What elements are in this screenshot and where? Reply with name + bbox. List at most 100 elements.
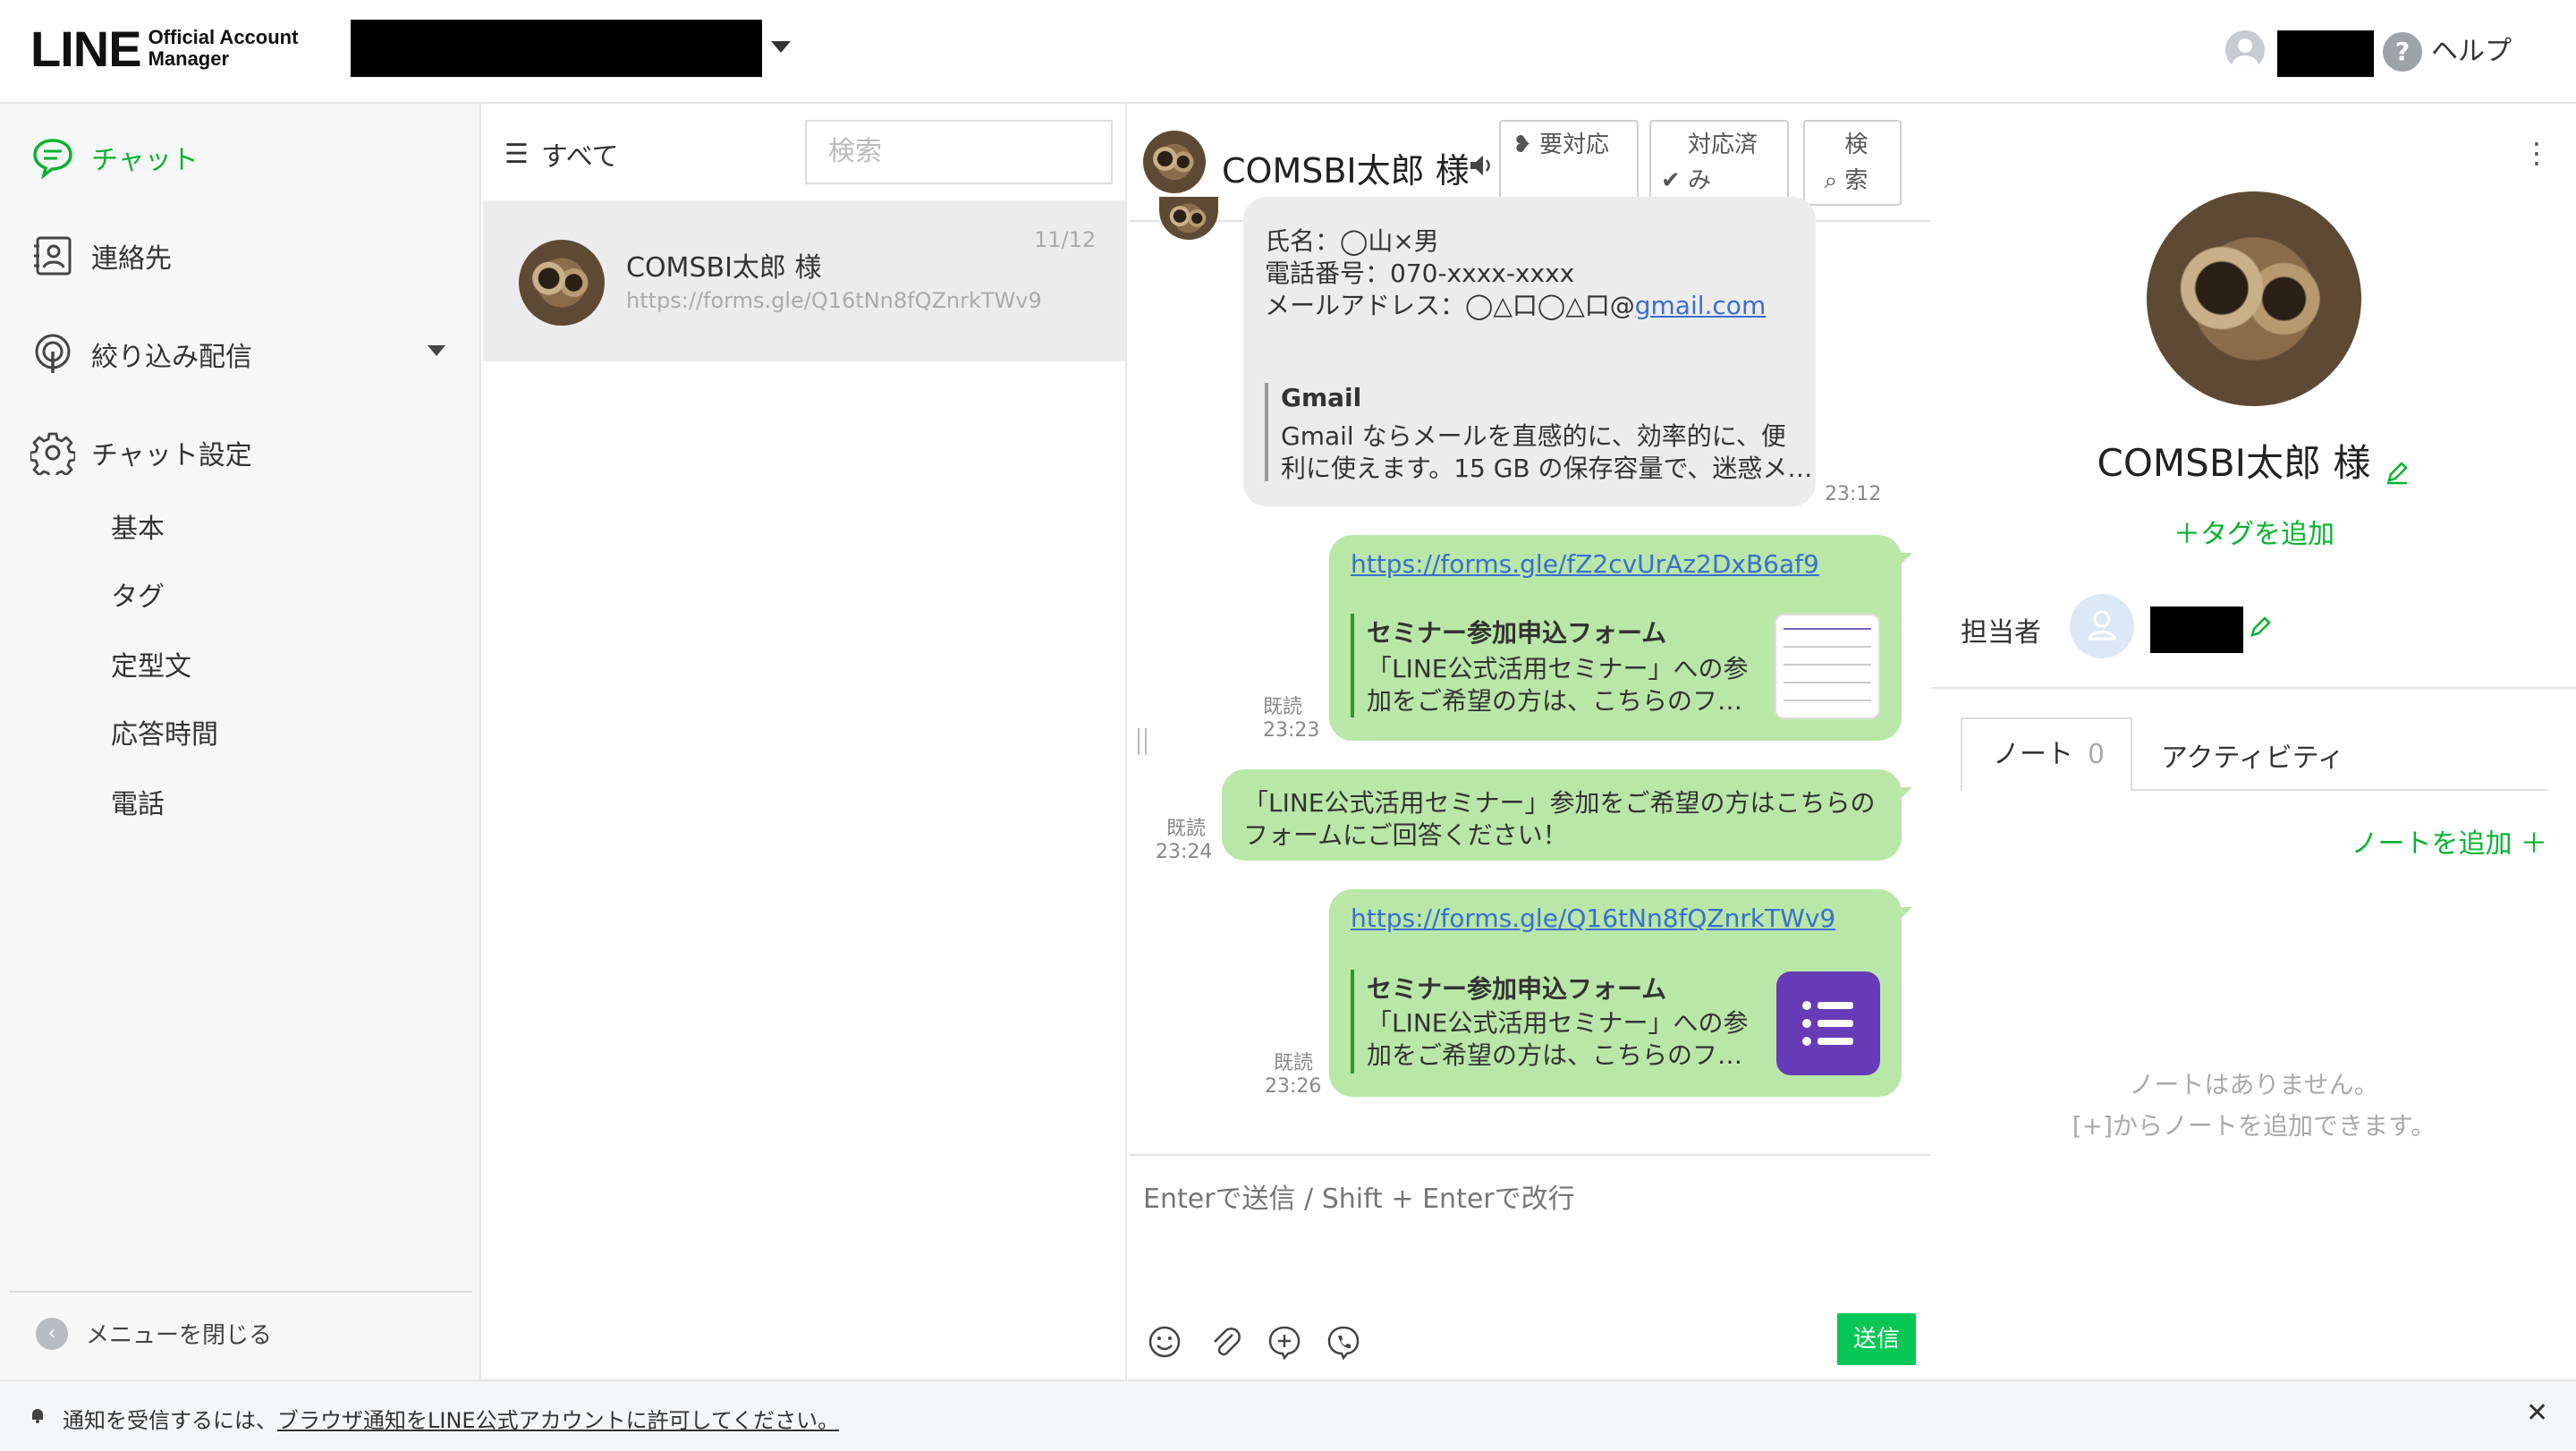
message-time: 23:23	[1263, 719, 1320, 742]
chat-title: COMSBI太郎 様	[1222, 151, 1470, 191]
account-selector-redacted[interactable]	[351, 20, 762, 77]
phone-call-icon[interactable]	[1326, 1324, 1361, 1360]
assignee-label: 担当者	[1961, 617, 2041, 649]
close-menu-label: メニューを閉じる	[86, 1322, 273, 1349]
close-icon[interactable]: ✕	[2526, 1397, 2548, 1429]
link-preview-desc: 加をご希望の方は、こちらのフ…	[1367, 686, 1743, 716]
sidebar-item-contacts[interactable]: 連絡先	[30, 229, 172, 283]
panel-resize-handle[interactable]	[1138, 728, 1147, 755]
empty-notes-message: ノートはありません。 [+]からノートを追加できます。	[2072, 1070, 2436, 1141]
chat-list-item-date: 11/12	[1034, 227, 1097, 252]
gear-icon	[30, 432, 75, 475]
form-link[interactable]: https://forms.gle/Q16tNn8fQZnrkTWv9	[1351, 904, 1835, 933]
profile-name-row: COMSBI太郎 様	[1932, 433, 2576, 488]
form-thumbnail	[1775, 614, 1880, 719]
send-button[interactable]: 送信	[1837, 1313, 1916, 1365]
help-link[interactable]: ヘルプ	[2431, 32, 2512, 72]
link-preview-title: セミナー参加申込フォーム	[1367, 974, 1667, 1004]
resolved-button[interactable]: ✔ 対応済み	[1649, 120, 1789, 206]
broadcast-icon	[35, 334, 71, 373]
read-receipt: 既読	[1166, 818, 1207, 840]
assignee-name-redacted	[2150, 607, 2243, 653]
sidebar-item-label: チャット設定	[91, 440, 252, 471]
message-time: 23:26	[1265, 1075, 1322, 1098]
assignee-avatar[interactable]	[2070, 594, 2134, 658]
link-preview-bar	[1351, 970, 1354, 1073]
needs-action-button[interactable]: ❥ 要対応	[1499, 120, 1639, 206]
sidebar-item-label: チャット	[91, 145, 199, 176]
google-forms-icon	[1776, 972, 1880, 1075]
user-name-redacted[interactable]	[2277, 30, 2374, 77]
sidebar-item-label: 絞り込み配信	[91, 342, 252, 373]
read-receipt: 既読	[1274, 1052, 1314, 1074]
edit-pencil-icon[interactable]	[2384, 459, 2411, 486]
help-icon[interactable]: ?	[2383, 32, 2422, 72]
sidebar-item-label: 連絡先	[91, 243, 172, 275]
link-preview-desc: 「LINE公式活用セミナー」への参	[1367, 654, 1749, 683]
speaker-icon[interactable]	[1469, 154, 1496, 177]
chevron-down-icon[interactable]	[428, 345, 445, 356]
menu-icon: ☰	[504, 138, 529, 170]
add-content-icon[interactable]	[1267, 1324, 1302, 1360]
profile-avatar	[2147, 191, 2361, 406]
flag-icon: ❥	[1512, 132, 1532, 158]
message-time: 23:24	[1156, 841, 1213, 863]
message-text: メールアドレス：◯△口◯△口@gmail.com	[1265, 291, 1767, 320]
message-input[interactable]	[1143, 1172, 1912, 1226]
chat-list-item-preview: https://forms.gle/Q16tNn8fQZnrkTWv9	[626, 288, 1042, 313]
more-options-icon[interactable]: ⋮	[2522, 136, 2551, 170]
tab-activity[interactable]: アクティビティ	[2161, 735, 2344, 775]
message-text: 電話番号：070-xxxx-xxxx	[1265, 259, 1575, 288]
link-preview-desc: 加をご希望の方は、こちらのフ…	[1367, 1040, 1743, 1070]
divider	[9, 1291, 472, 1293]
avatar	[519, 240, 605, 326]
chat-filter-dropdown[interactable]: ☰ すべて	[504, 134, 619, 174]
chat-search-button[interactable]: ⌕ 検索	[1803, 120, 1902, 206]
logo-subtitle: Official Account Manager	[148, 26, 299, 70]
bubble-tail	[1900, 553, 1912, 565]
close-menu-button[interactable]: ‹ メニューを閉じる	[36, 1317, 272, 1350]
email-link[interactable]: gmail.com	[1635, 291, 1766, 320]
link-preview-desc: Gmail ならメールを直感的に、効率的に、便	[1281, 421, 1786, 451]
sidebar	[0, 104, 481, 1379]
read-receipt: 既読	[1263, 696, 1303, 718]
bubble-tail	[1900, 787, 1912, 800]
tab-notes[interactable]: ノート 0	[1961, 717, 2132, 791]
link-preview-desc: 「LINE公式活用セミナー」への参	[1367, 1008, 1749, 1038]
chat-list-item-name: COMSBI太郎 様	[626, 252, 822, 284]
sidebar-subitem-response-hours[interactable]: 応答時間	[111, 712, 218, 751]
attachment-icon[interactable]	[1208, 1324, 1243, 1360]
edit-pencil-icon[interactable]	[2247, 614, 2274, 641]
sidebar-item-segmented-broadcast[interactable]: 絞り込み配信	[30, 327, 252, 381]
chat-search-input[interactable]: 検索	[805, 120, 1113, 184]
add-note-button[interactable]: ノートを追加 ＋	[1932, 821, 2547, 861]
form-link[interactable]: https://forms.gle/fZ2cvUrAz2DxB6af9	[1351, 549, 1819, 579]
tabs-underline	[2132, 789, 2547, 791]
contact-card-icon	[34, 236, 72, 276]
emoji-icon[interactable]	[1147, 1324, 1182, 1360]
sidebar-item-chat[interactable]: チャット	[30, 131, 199, 184]
logo-wordmark: LINE	[30, 20, 142, 77]
sidebar-subitem-basic[interactable]: 基本	[111, 506, 165, 546]
divider	[1932, 687, 2576, 689]
message-text: 氏名：◯山×男	[1265, 226, 1439, 256]
sidebar-subitem-templates[interactable]: 定型文	[111, 644, 191, 683]
message-text: 「LINE公式活用セミナー」参加をご希望の方はこちらの	[1243, 788, 1876, 818]
user-avatar[interactable]	[2225, 30, 2265, 70]
line-logo[interactable]: LINE Official Account Manager	[30, 20, 318, 77]
notification-permission-link[interactable]: ブラウザ通知をLINE公式アカウントに許可してください。	[277, 1408, 839, 1433]
link-preview-desc: 利に使えます。15 GB の保存容量で、迷惑メ…	[1281, 454, 1813, 483]
chat-bubble-icon	[33, 139, 72, 180]
add-tag-button[interactable]: ＋タグを追加	[1932, 512, 2576, 551]
sidebar-item-chat-settings[interactable]: チャット設定	[30, 426, 252, 479]
filter-label: すべて	[540, 141, 619, 173]
check-bubble-icon: ✔	[1660, 167, 1681, 194]
profile-name: COMSBI太郎 様	[2097, 441, 2371, 485]
chevron-down-icon[interactable]	[771, 41, 791, 53]
notification-text: 通知を受信するには、ブラウザ通知をLINE公式アカウントに許可してください。	[63, 1408, 840, 1433]
link-preview-bar	[1351, 614, 1354, 717]
link-preview-title: Gmail	[1281, 383, 1362, 412]
sidebar-subitem-tags[interactable]: タグ	[111, 574, 165, 614]
sidebar-subitem-phone[interactable]: 電話	[111, 782, 165, 821]
avatar[interactable]	[1143, 131, 1206, 193]
